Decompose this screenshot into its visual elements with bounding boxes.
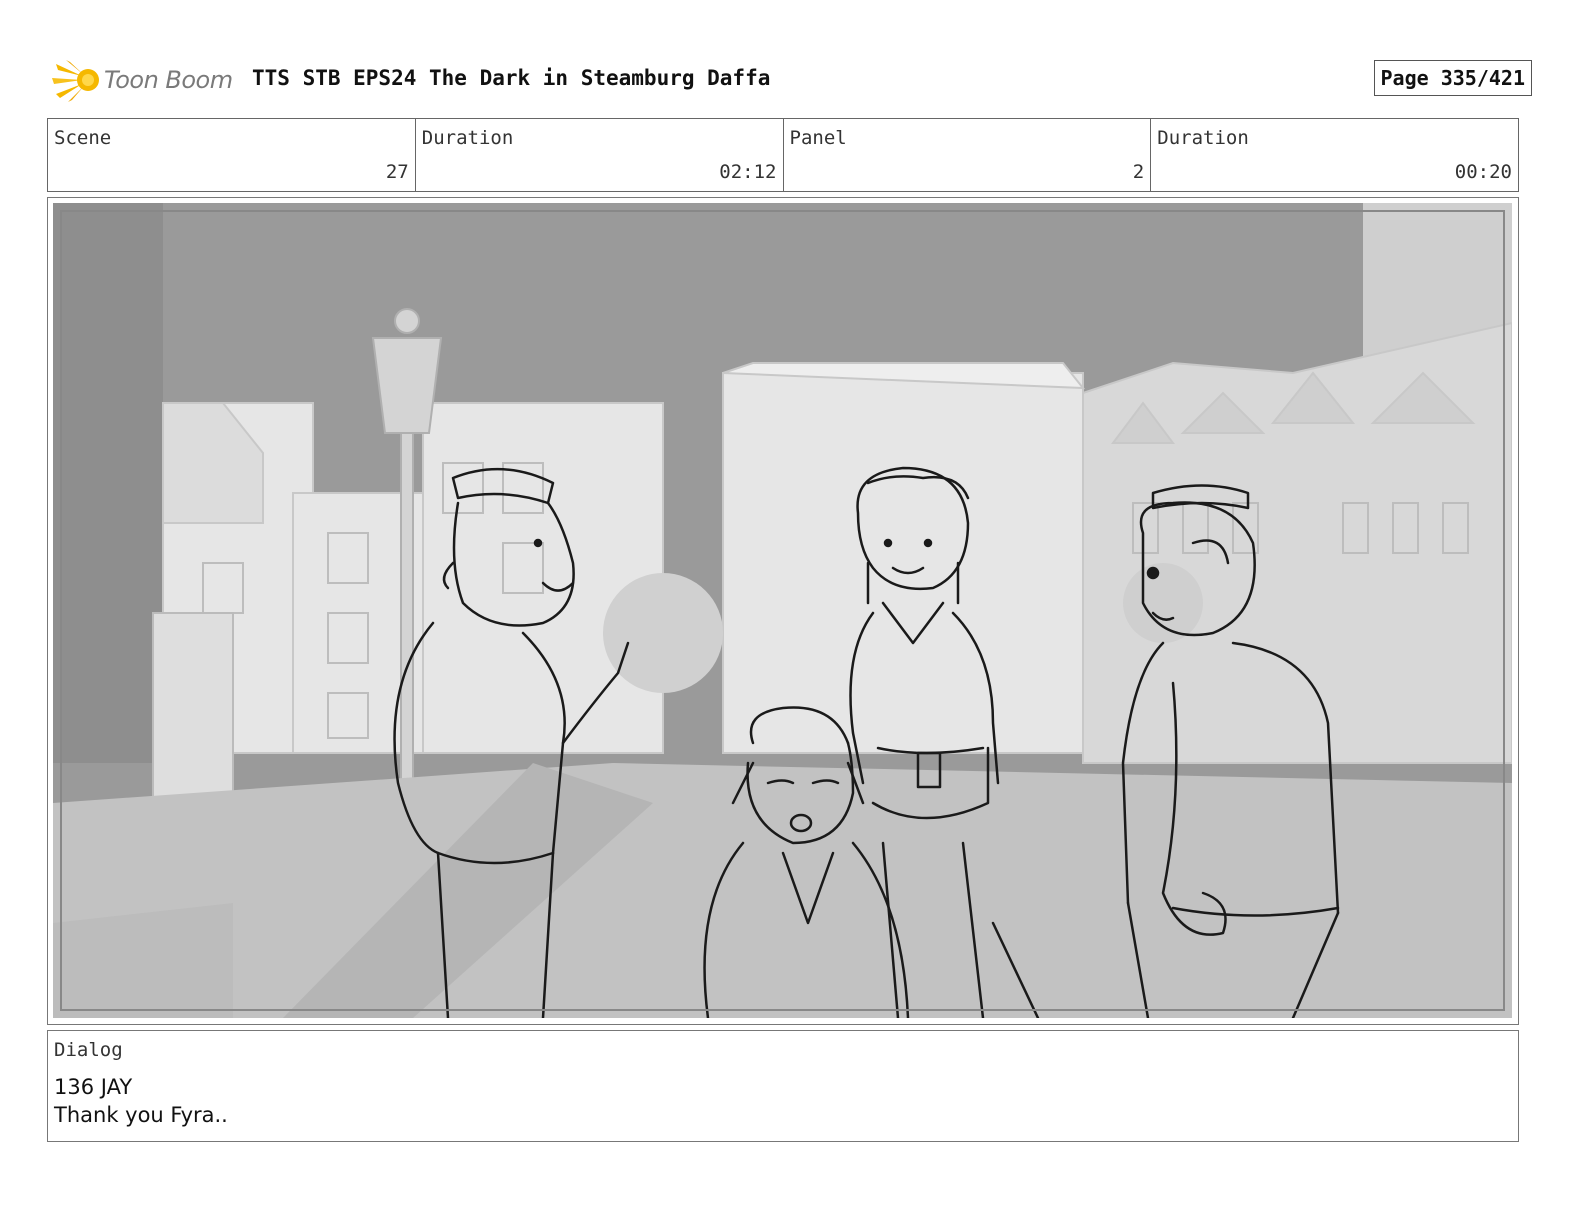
dialog-line-text: Thank you Fyra.. — [54, 1103, 228, 1127]
scene-info-table: Scene 27 Duration 02:12 Panel 2 Duration… — [47, 118, 1519, 192]
dialog-text: 136 JAY Thank you Fyra.. — [54, 1073, 228, 1129]
panel-duration-value: 00:20 — [1454, 161, 1512, 183]
panel-label: Panel — [789, 127, 847, 149]
street-scene-sketch — [53, 203, 1512, 1018]
document-title: TTS STB EPS24 The Dark in Steamburg Daff… — [252, 66, 771, 90]
panel-value: 2 — [1132, 161, 1145, 183]
panel-duration-label: Duration — [1157, 127, 1249, 149]
road — [53, 763, 1512, 1018]
scene-cell: Scene 27 — [48, 119, 416, 191]
phone-booth — [152, 612, 234, 804]
storyboard-panel-image — [53, 203, 1512, 1018]
storyboard-panel-frame — [47, 197, 1519, 1025]
dialog-label: Dialog — [54, 1039, 123, 1061]
panel-duration-cell: Duration 00:20 — [1151, 119, 1518, 191]
dialog-box: Dialog 136 JAY Thank you Fyra.. — [47, 1030, 1519, 1142]
scene-value: 27 — [385, 161, 409, 183]
scene-label: Scene — [54, 127, 112, 149]
scene-duration-cell: Duration 02:12 — [416, 119, 784, 191]
logo-text: Toon Boom — [104, 66, 233, 94]
dialog-line-speaker: 136 JAY — [54, 1075, 133, 1099]
tree — [603, 573, 723, 693]
scene-duration-value: 02:12 — [719, 161, 777, 183]
page-header: Toon Boom TTS STB EPS24 The Dark in Stea… — [52, 56, 1532, 104]
starburst-logo-icon — [52, 60, 99, 102]
page-number: Page 335/421 — [1373, 60, 1532, 96]
toon-boom-logo: Toon Boom — [52, 56, 233, 104]
panel-cell: Panel 2 — [784, 119, 1152, 191]
scene-duration-label: Duration — [421, 127, 514, 149]
